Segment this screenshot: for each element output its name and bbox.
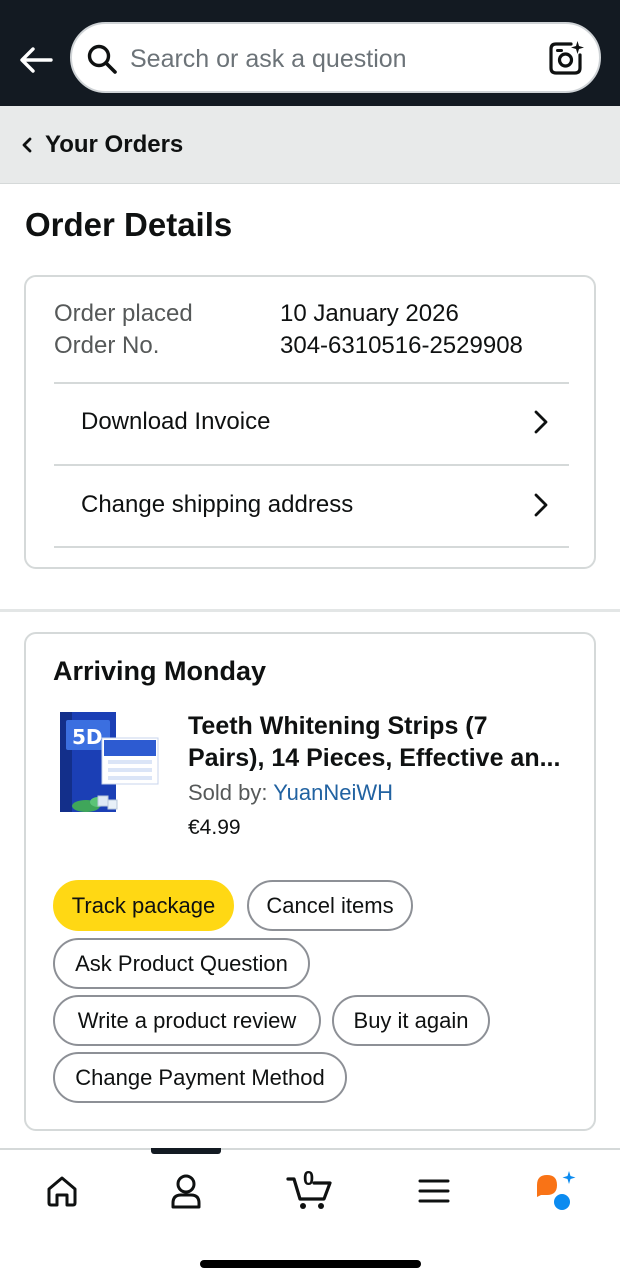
sold-by-label: Sold by: xyxy=(188,780,268,805)
back-arrow-icon xyxy=(20,47,53,73)
ask-product-question-button[interactable]: Ask Product Question xyxy=(53,938,310,989)
search-bar[interactable] xyxy=(70,22,601,93)
order-placed-row: Order placed 10 January 2026 xyxy=(54,300,459,328)
download-invoice-label: Download Invoice xyxy=(81,408,271,435)
product-title-line: Teeth Whitening Strips (7 xyxy=(188,712,488,740)
back-button[interactable] xyxy=(14,38,58,82)
page-title: Order Details xyxy=(25,206,233,243)
change-payment-method-button[interactable]: Change Payment Method xyxy=(53,1052,347,1103)
chevron-right-icon xyxy=(534,410,548,434)
search-input[interactable] xyxy=(130,38,530,80)
delivery-status: Arriving Monday xyxy=(53,656,267,686)
shipment-card: Arriving Monday 5D Teeth Whitening Strip… xyxy=(24,632,596,1131)
home-indicator xyxy=(200,1260,421,1268)
nav-account[interactable] xyxy=(155,1168,217,1214)
order-info-card: Order placed 10 January 2026 Order No. 3… xyxy=(24,275,596,569)
breadcrumb-label: Your Orders xyxy=(45,130,184,158)
nav-menu[interactable] xyxy=(403,1168,465,1214)
order-number-label: Order No. xyxy=(54,332,160,359)
divider xyxy=(54,546,569,548)
download-invoice-link[interactable]: Download Invoice xyxy=(54,382,569,462)
camera-lens-icon[interactable] xyxy=(547,39,585,77)
change-shipping-address-label: Change shipping address xyxy=(81,491,354,518)
product-image[interactable]: 5D xyxy=(52,708,162,824)
top-header xyxy=(0,0,620,106)
nav-home[interactable] xyxy=(31,1168,93,1214)
chevron-left-icon xyxy=(22,137,32,152)
bottom-navigation: 0 xyxy=(0,1148,620,1280)
active-tab-indicator xyxy=(151,1148,221,1154)
order-number-value: 304-6310516-2529908 xyxy=(280,332,523,359)
sold-by: Sold by: YuanNeiWH xyxy=(188,780,393,806)
track-package-button[interactable]: Track package xyxy=(53,880,234,931)
menu-icon xyxy=(418,1179,450,1203)
seller-link[interactable]: YuanNeiWH xyxy=(273,780,393,805)
cart-count: 0 xyxy=(303,1168,315,1190)
change-shipping-address-link[interactable]: Change shipping address xyxy=(54,465,569,545)
account-icon xyxy=(171,1174,201,1209)
cancel-items-button[interactable]: Cancel items xyxy=(247,880,413,931)
search-icon xyxy=(87,44,117,74)
nav-cart[interactable]: 0 xyxy=(279,1168,341,1214)
chevron-right-icon xyxy=(534,493,548,517)
order-placed-value: 10 January 2026 xyxy=(280,300,459,327)
breadcrumb[interactable]: Your Orders xyxy=(0,106,620,184)
product-title[interactable]: Teeth Whitening Strips (7 Pairs), 14 Pie… xyxy=(188,710,570,774)
nav-rufus[interactable] xyxy=(525,1168,587,1214)
product-price: €4.99 xyxy=(188,816,241,839)
order-placed-label: Order placed xyxy=(54,300,193,327)
section-separator xyxy=(0,609,620,612)
rufus-assistant-icon xyxy=(537,1171,576,1210)
write-review-button[interactable]: Write a product review xyxy=(53,995,321,1046)
buy-it-again-button[interactable]: Buy it again xyxy=(332,995,490,1046)
order-number-row: Order No. 304-6310516-2529908 xyxy=(54,332,523,360)
svg-text:5D: 5D xyxy=(72,725,103,749)
home-icon xyxy=(47,1176,77,1207)
product-title-line: Pairs), 14 Pieces, Effective an... xyxy=(188,744,561,772)
